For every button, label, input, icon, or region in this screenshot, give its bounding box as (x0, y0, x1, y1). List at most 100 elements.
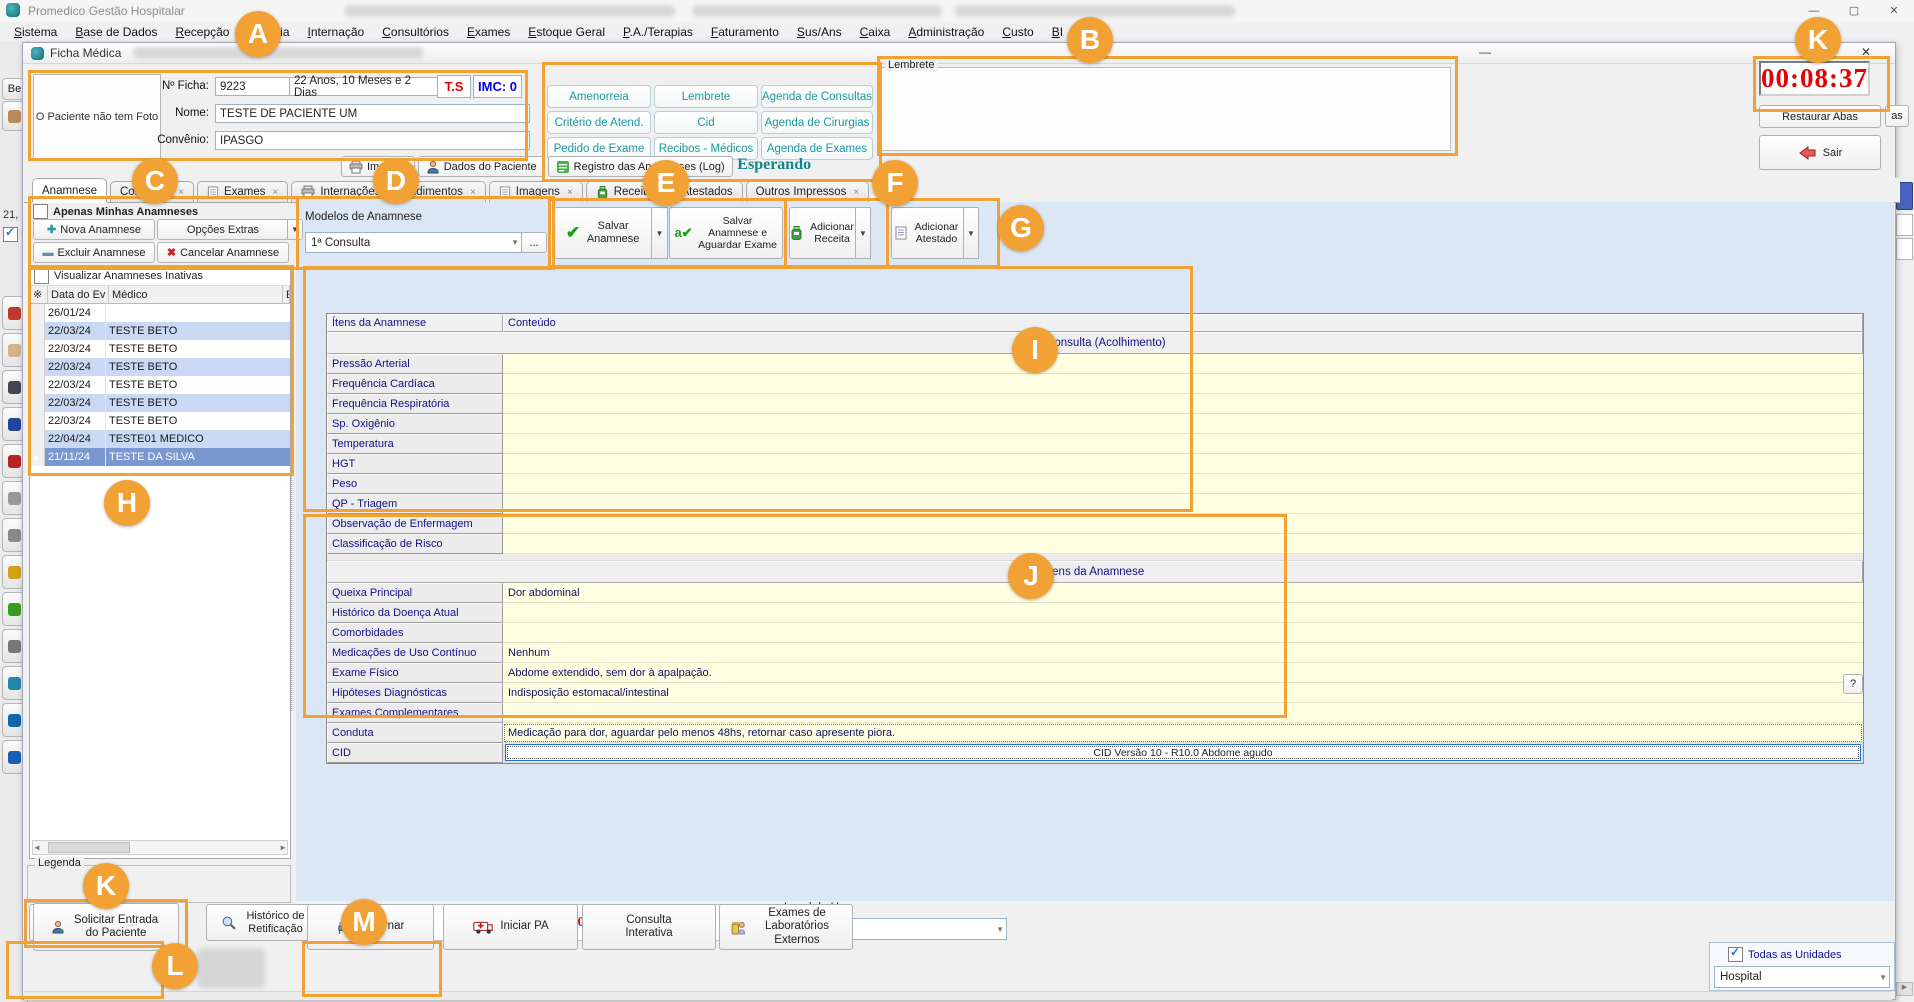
quick-button[interactable]: Critério de Atend. (547, 111, 651, 134)
grid-row-label[interactable]: QP - Triagem (327, 494, 503, 514)
quick-button[interactable]: Agenda de Consultas (761, 85, 873, 108)
history-row[interactable]: ▸21/11/24TESTE DA SILVA (30, 448, 290, 466)
tab-close-icon[interactable]: × (273, 187, 279, 198)
exit-button[interactable]: Sair (1759, 135, 1881, 170)
grid-row-content[interactable] (503, 623, 1863, 643)
grid-row-content[interactable]: Abdome extendido, sem dor à apalpação. (503, 663, 1863, 683)
tab-close-icon[interactable]: × (178, 187, 184, 198)
tab-imagens[interactable]: Imagens× (489, 181, 583, 202)
menu-item-administrao[interactable]: Administração (900, 23, 992, 41)
tab-atestados[interactable]: Atestados (671, 181, 742, 202)
add-certificate-button[interactable]: Adicionar Atestado (891, 207, 965, 259)
menu-item-internao[interactable]: Internação (300, 23, 373, 41)
grid-row-label[interactable]: Frequência Respiratória (327, 394, 503, 414)
record-number-field[interactable]: 9223 (215, 77, 295, 96)
certificate-dropdown-arrow[interactable]: ▼ (963, 207, 979, 259)
history-column-header[interactable]: Esp (283, 286, 290, 303)
menu-item-susans[interactable]: Sus/Ans (789, 23, 850, 41)
record-toolbar-button[interactable]: Registro das Anamneses (Log) (548, 156, 733, 177)
show-inactive-checkbox[interactable] (34, 269, 49, 284)
history-column-header[interactable]: ※ (30, 286, 48, 303)
grid-row-label[interactable]: Conduta (327, 723, 503, 743)
scroll-left-icon[interactable]: ◄ (33, 843, 41, 852)
quick-button[interactable]: Amenorreia (547, 85, 651, 108)
app-minimize-button[interactable]: — (1794, 0, 1834, 21)
grid-row-label[interactable]: CID (327, 743, 503, 763)
reminder-box[interactable] (879, 67, 1451, 151)
history-row[interactable]: 22/03/24TESTE BETO (30, 412, 290, 430)
only-mine-checkbox[interactable] (33, 204, 48, 219)
footer-button-internar[interactable]: Internar (307, 904, 434, 950)
grid-row-label[interactable]: Sp. Oxigênio (327, 414, 503, 434)
menu-item-estoquegeral[interactable]: Estoque Geral (520, 23, 613, 41)
tab-receitas[interactable]: Receitas (586, 181, 669, 202)
menu-item-exames[interactable]: Exames (459, 23, 518, 41)
models-more-button[interactable]: ... (521, 232, 547, 253)
grid-row-content[interactable]: CID Versão 10 - R10.0 Abdome agudo (503, 743, 1863, 763)
grid-row-label[interactable]: Medicações de Uso Contínuo (327, 643, 503, 663)
grid-row-content[interactable]: Medicação para dor, aguardar pelo menos … (503, 723, 1863, 743)
save-wait-exam-button[interactable]: a✔ Salvar Anamnese e Aguardar Exame (669, 207, 783, 259)
chevron-down-icon[interactable]: ▼ (287, 220, 302, 239)
menu-item-sistema[interactable]: Sistema (6, 23, 65, 41)
grid-row-label[interactable]: Peso (327, 474, 503, 494)
window-close-button[interactable]: ✕ (1861, 45, 1871, 59)
cid-input[interactable]: CID Versão 10 - R10.0 Abdome agudo (505, 744, 1861, 761)
history-hscrollbar[interactable]: ◄ ► (32, 840, 288, 855)
imc-badge[interactable]: IMC: 0 (473, 75, 522, 98)
redacted-button[interactable] (197, 948, 265, 988)
new-anamnese-button[interactable]: ✚ Nova Anamnese (33, 219, 155, 240)
menu-item-faturamento[interactable]: Faturamento (703, 23, 787, 41)
grid-row-content[interactable] (503, 474, 1863, 494)
app-maximize-button[interactable]: ▢ (1834, 0, 1874, 21)
history-column-header[interactable]: Data do Ev (48, 286, 109, 303)
save-anamnese-button[interactable]: ✔ Salvar Anamnese (554, 207, 653, 259)
models-combobox[interactable]: 1ª Consulta▼ (305, 232, 522, 253)
extra-options-button[interactable]: Opções Extras ▼ (157, 219, 303, 240)
menu-item-paterapias[interactable]: P.A./Terapias (615, 23, 701, 41)
quick-button[interactable]: Agenda de Cirurgias (761, 111, 873, 134)
history-row[interactable]: 22/03/24TESTE BETO (30, 376, 290, 394)
cancel-anamnese-button[interactable]: ✖ Cancelar Anamnese (157, 242, 289, 263)
recipe-dropdown-arrow[interactable]: ▼ (855, 207, 871, 259)
grid-row-label[interactable]: Exames Complementares (327, 703, 503, 723)
menu-item-consultrios[interactable]: Consultórios (374, 23, 457, 41)
grid-row-label[interactable]: Pressão Arterial (327, 354, 503, 374)
menu-item-custo[interactable]: Custo (994, 23, 1041, 41)
scroll-right-icon[interactable]: ▶ (1896, 982, 1913, 996)
history-row[interactable]: 22/04/24TESTE01 MEDICO (30, 430, 290, 448)
help-button[interactable]: ? (1843, 674, 1863, 694)
history-row[interactable]: 22/03/24TESTE BETO (30, 340, 290, 358)
unit-combobox[interactable]: Hospital▼ (1714, 966, 1890, 988)
restore-tabs-button[interactable]: Restaurar Abas (1759, 105, 1881, 128)
grid-row-content[interactable] (503, 603, 1863, 623)
rail-checkbox[interactable] (3, 227, 18, 242)
scroll-right-icon[interactable]: ► (279, 843, 287, 852)
tab-close-icon[interactable]: × (853, 187, 859, 198)
app-close-button[interactable]: ✕ (1874, 0, 1914, 21)
grid-row-content[interactable] (503, 434, 1863, 454)
footer-button-exames[interactable]: Exames de Laboratórios Externos (719, 904, 853, 950)
history-row[interactable]: 22/03/24TESTE BETO (30, 322, 290, 340)
record-toolbar-button[interactable]: Dados do Paciente (418, 156, 545, 177)
splitter[interactable] (291, 271, 298, 711)
menu-item-recepo[interactable]: Recepção (167, 23, 237, 41)
record-toolbar-button[interactable]: Imprimir (341, 156, 415, 177)
name-field[interactable]: TESTE DE PACIENTE UM (215, 104, 530, 123)
grid-row-label[interactable]: Hipóteses Diagnósticas (327, 683, 503, 703)
tab-consultas[interactable]: Consultas× (110, 181, 194, 202)
grid-row-label[interactable]: Observação de Enfermagem (327, 514, 503, 534)
grid-row-content[interactable]: Indisposição estomacal/intestinal (503, 683, 1863, 703)
history-row[interactable]: 22/03/24TESTE BETO (30, 358, 290, 376)
grid-row-content[interactable] (503, 354, 1863, 374)
grid-row-content[interactable] (503, 374, 1863, 394)
grid-row-label[interactable]: Classificação de Risco (327, 534, 503, 554)
history-row[interactable]: 26/01/24 (30, 304, 290, 322)
menu-item-bi[interactable]: BI (1044, 23, 1071, 41)
grid-row-label[interactable]: Comorbidades (327, 623, 503, 643)
tab-outrosimpressos[interactable]: Outros Impressos× (746, 181, 870, 202)
quick-button[interactable]: Cid (654, 111, 758, 134)
save-dropdown-arrow[interactable]: ▼ (651, 207, 668, 259)
grid-row-content[interactable]: Nenhum (503, 643, 1863, 663)
delete-anamnese-button[interactable]: ▬ Excluir Anamnese (33, 242, 155, 263)
